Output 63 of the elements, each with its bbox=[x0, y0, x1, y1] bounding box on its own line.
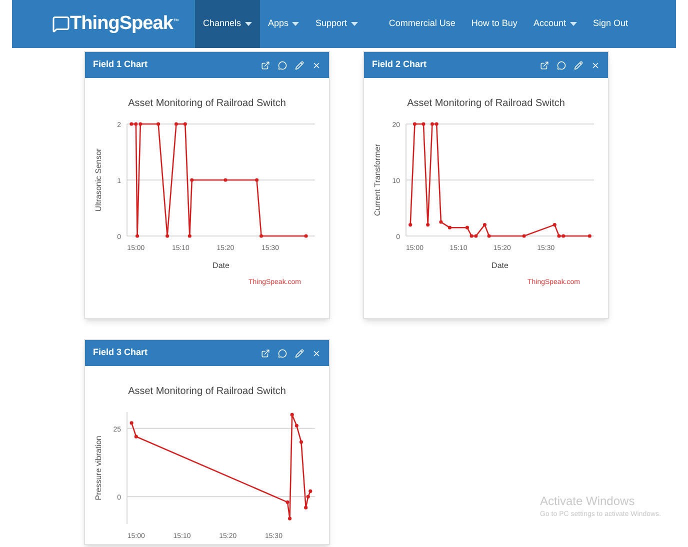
close-icon[interactable] bbox=[591, 60, 600, 70]
logo-icon bbox=[52, 15, 70, 33]
data-point bbox=[286, 500, 290, 504]
card-title: Field 1 Chart bbox=[93, 58, 148, 72]
close-icon[interactable] bbox=[312, 60, 321, 70]
data-point bbox=[487, 234, 491, 238]
card-title: Field 3 Chart bbox=[93, 346, 148, 360]
chart-title: Asset Monitoring of Railroad Switch bbox=[407, 98, 565, 109]
nav-menu-item[interactable]: Apps bbox=[260, 0, 308, 48]
data-point bbox=[183, 122, 187, 126]
y-axis-label: Ultrasonic Sensor bbox=[94, 148, 103, 212]
data-point bbox=[294, 424, 298, 428]
nav-menu-item[interactable]: Channels bbox=[194, 0, 260, 48]
data-point bbox=[412, 122, 417, 126]
data-point bbox=[588, 234, 592, 238]
data-point bbox=[190, 178, 194, 182]
data-point bbox=[299, 440, 304, 444]
pencil-icon[interactable] bbox=[574, 60, 583, 70]
external-link-icon[interactable] bbox=[261, 348, 270, 358]
data-point bbox=[304, 506, 308, 510]
data-point bbox=[156, 122, 160, 126]
external-link-icon[interactable] bbox=[540, 60, 549, 70]
brand-name[interactable]: ThingSpeak bbox=[70, 10, 173, 38]
close-icon[interactable] bbox=[312, 348, 321, 358]
nav-menu-item[interactable]: Support bbox=[307, 0, 366, 48]
pencil-icon[interactable] bbox=[295, 60, 304, 70]
external-link-icon[interactable] bbox=[261, 60, 270, 70]
pencil-icon[interactable] bbox=[295, 348, 304, 358]
data-point bbox=[439, 220, 443, 224]
card-title: Field 2 Chart bbox=[372, 58, 427, 72]
data-point bbox=[255, 178, 259, 182]
chart-title: Asset Monitoring of Railroad Switch bbox=[128, 386, 286, 397]
data-point bbox=[290, 412, 294, 417]
data-point bbox=[304, 234, 308, 238]
x-axis-label: Date bbox=[492, 261, 508, 270]
data-point bbox=[522, 234, 526, 238]
data-point bbox=[422, 122, 426, 126]
data-point bbox=[224, 178, 228, 182]
nav-menu-item[interactable]: How to Buy bbox=[463, 0, 526, 48]
nav-menu-item[interactable]: Sign Out bbox=[584, 0, 636, 48]
nav-menu-item[interactable]: Commercial Use bbox=[380, 0, 464, 48]
chart-title: Asset Monitoring of Railroad Switch bbox=[128, 98, 286, 109]
data-point bbox=[552, 223, 556, 227]
data-point bbox=[408, 223, 412, 227]
comment-icon[interactable] bbox=[278, 348, 287, 358]
y-axis-label: Current Transformer bbox=[373, 144, 382, 216]
data-point bbox=[135, 234, 140, 238]
x-axis-label: Date bbox=[212, 261, 230, 270]
nav-menu-item[interactable]: Account bbox=[525, 0, 585, 48]
data-point bbox=[482, 223, 486, 227]
data-point bbox=[174, 122, 178, 126]
data-point bbox=[448, 226, 452, 230]
data-point bbox=[188, 234, 192, 238]
data-point bbox=[259, 234, 264, 238]
data-point bbox=[426, 223, 430, 227]
data-point bbox=[130, 421, 134, 425]
comment-icon[interactable] bbox=[557, 60, 566, 70]
data-point bbox=[465, 226, 469, 230]
data-point bbox=[134, 434, 138, 438]
comment-icon[interactable] bbox=[278, 60, 287, 70]
data-point bbox=[288, 516, 292, 520]
data-point bbox=[165, 234, 170, 238]
y-axis-label: Pressure vibration bbox=[94, 436, 103, 500]
